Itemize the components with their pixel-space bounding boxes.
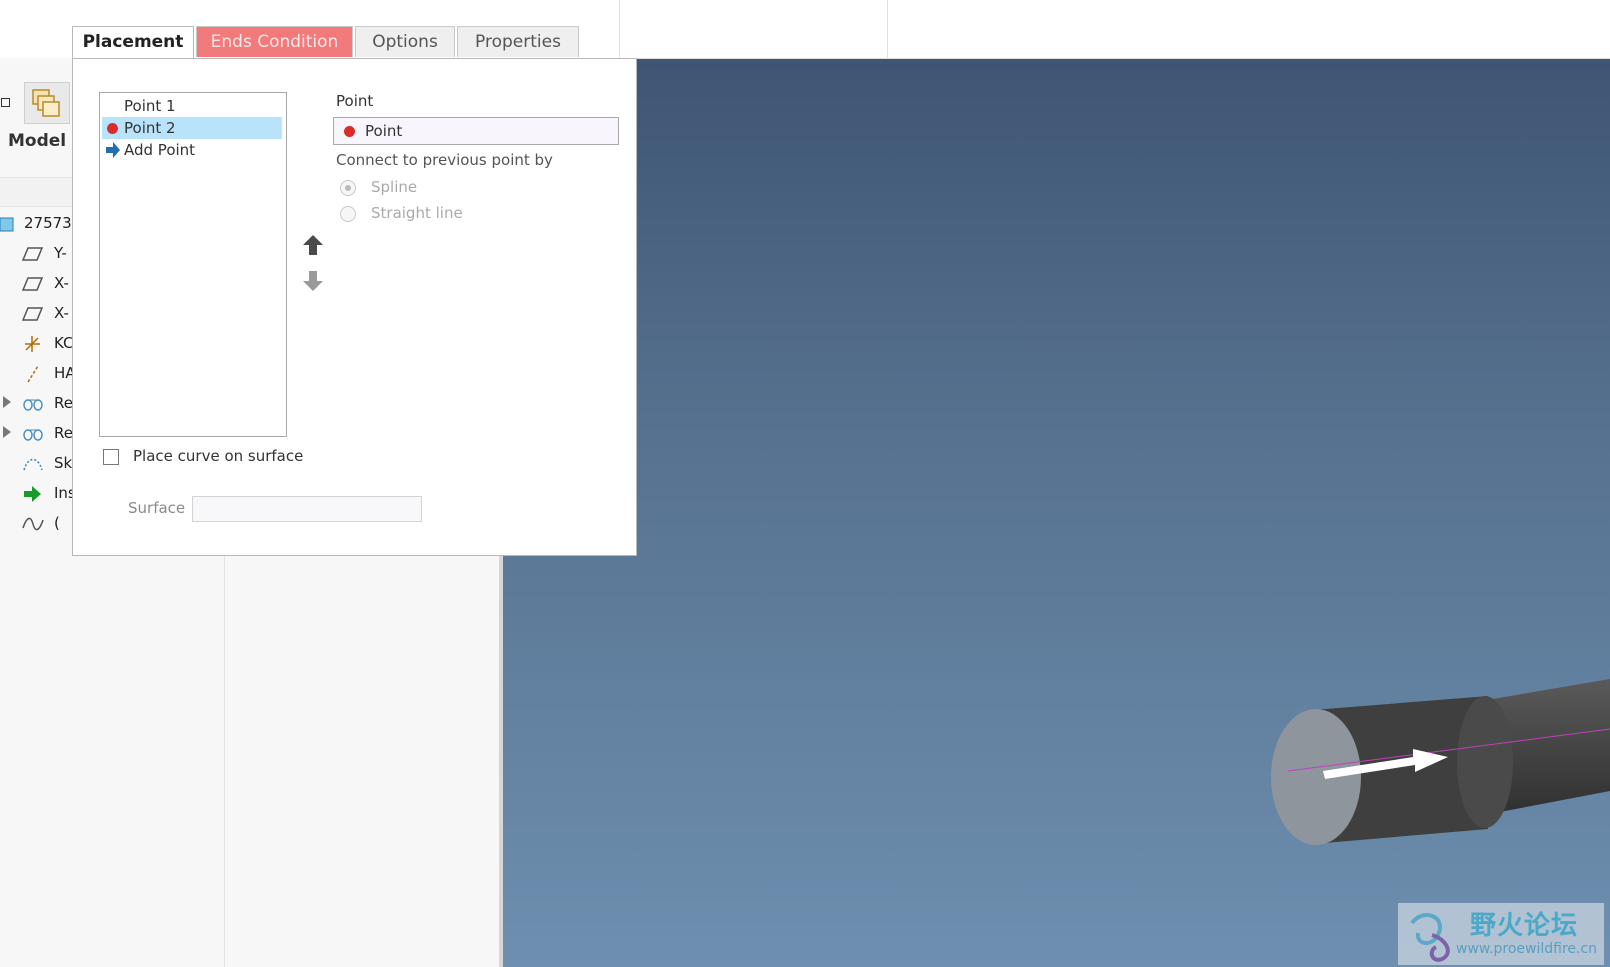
placement-panel: Point 1 Point 2 Add Point Place curve on… [72,58,637,556]
tab-ends-condition[interactable]: Ends Condition [196,26,353,57]
tab-options[interactable]: Options [355,26,455,57]
point-label: Point 1 [124,97,176,115]
watermark-text: 野火论坛 [1470,911,1579,941]
sketch-icon [23,458,43,471]
radio-button[interactable] [340,180,356,196]
red-dot-icon [107,123,118,134]
surface-label: Surface [128,499,186,517]
point-list-item-point-2[interactable]: Point 2 [102,117,282,139]
tree-item-label: X- [54,304,69,322]
datum-plane-icon [22,307,44,321]
axis-icon [27,365,39,383]
move-up-icon[interactable] [302,233,324,257]
add-arrow-icon [106,142,120,158]
point-field-label: Point [336,92,374,110]
tree-item-label: X- [54,274,69,292]
watermark-logo-icon [1410,913,1450,962]
checkbox-box[interactable] [103,449,119,465]
radio-button[interactable] [340,206,356,222]
red-dot-icon [344,126,355,137]
tree-item-label: KC [54,334,74,352]
add-point-item[interactable]: Add Point [102,139,282,161]
radio-label: Spline [371,178,418,196]
toolbar-divider [619,0,620,58]
radio-spline[interactable]: Spline [336,177,566,199]
point-list-item-point-1[interactable]: Point 1 [102,95,282,117]
coordinate-system-icon [25,336,40,352]
tab-placement[interactable]: Placement [72,26,194,59]
tree-item-label: Y- [54,244,67,262]
watermark-url: www.proewildfire.cn [1456,941,1598,957]
watermark: 野火论坛 www.proewildfire.cn [1398,903,1604,965]
revolve-icon [23,399,43,411]
graphics-viewport[interactable] [503,59,1610,967]
tree-item-label: Re [54,394,73,412]
tree-item-label: 27573 [24,214,72,232]
expand-arrow-icon[interactable] [3,426,11,438]
layers-icon [32,89,60,117]
tab-properties[interactable]: Properties [457,26,579,57]
tree-item-label: ( [54,514,60,532]
revolve-icon [23,429,43,441]
toolbar-divider [887,0,888,58]
show-icon[interactable] [0,84,14,120]
point-field[interactable]: Point [333,117,619,145]
shaft-model [1271,679,1610,845]
surface-field[interactable] [192,496,422,522]
radio-label: Straight line [371,204,463,222]
point-label: Point 2 [124,119,176,137]
radio-straight-line[interactable]: Straight line [336,203,566,225]
add-point-label: Add Point [124,141,196,159]
expand-arrow-icon[interactable] [3,396,11,408]
tree-item-label: Sk [54,454,73,472]
point-field-value: Point [365,122,403,140]
part-icon [0,217,14,232]
place-curve-on-surface-checkbox[interactable]: Place curve on surface [103,447,323,469]
move-down-icon[interactable] [302,269,324,293]
datum-plane-icon [22,247,44,261]
tree-item-label: Re [54,424,73,442]
point-list[interactable]: Point 1 Point 2 Add Point [99,92,287,437]
insert-here-icon [24,486,41,502]
curve-icon [22,517,44,531]
datum-plane-icon [22,277,44,291]
layers-button[interactable] [24,82,70,124]
place-curve-on-surface-label: Place curve on surface [133,447,304,465]
connect-label: Connect to previous point by [336,151,553,169]
